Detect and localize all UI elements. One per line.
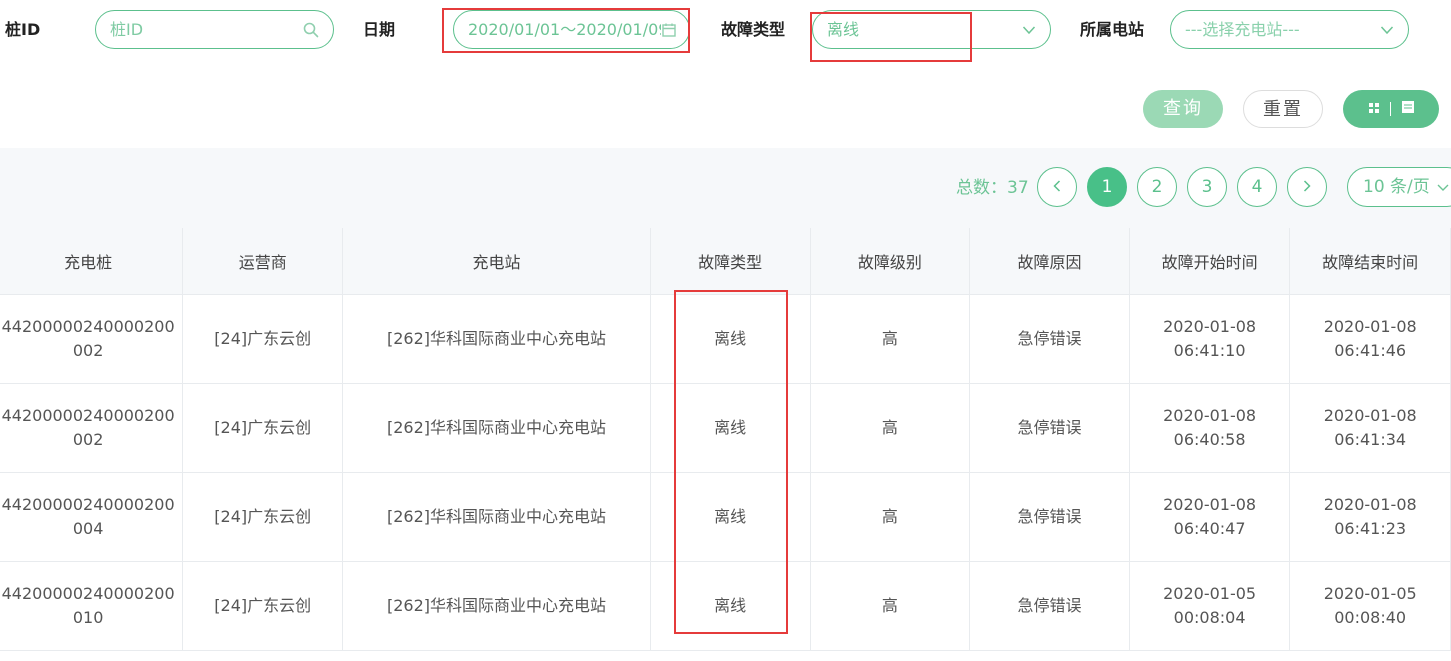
page-button-2[interactable]: 2 (1137, 167, 1177, 207)
fault-type-value: 离线 (827, 20, 860, 39)
station-cell: [262]华科国际商业中心充电站 (342, 383, 651, 473)
fault-reason-cell: 急停错误 (969, 294, 1130, 384)
column-header-station[interactable]: 充电站 (342, 228, 651, 295)
fault-level-cell: 高 (810, 383, 971, 473)
column-header-start-time[interactable]: 故障开始时间 (1129, 228, 1291, 295)
pile-id-input[interactable] (110, 12, 280, 47)
table-row[interactable]: 44200000240000200 010 [24]广东云创 [262]华科国际商… (0, 561, 1451, 651)
fault-reason-cell: 急停错误 (969, 383, 1130, 473)
pile-id-field[interactable] (95, 10, 334, 49)
total-count: 总数：37 (956, 177, 1029, 199)
operator-cell: [24]广东云创 (182, 472, 344, 562)
station-placeholder: ---选择充电站--- (1185, 20, 1300, 39)
page-button-3[interactable]: 3 (1187, 167, 1227, 207)
next-page-button[interactable] (1287, 167, 1327, 207)
fault-type-cell: 离线 (650, 383, 811, 473)
start-time-cell: 2020-01-08 06:40:58 (1129, 383, 1291, 473)
pile-id-cell: 44200000240000200 010 (0, 561, 184, 651)
table-row[interactable]: 44200000240000200 002 [24]广东云创 [262]华科国际商… (0, 383, 1451, 473)
fault-type-cell: 离线 (650, 294, 811, 384)
fault-level-cell: 高 (810, 561, 971, 651)
page-button-1[interactable]: 1 (1087, 167, 1127, 207)
start-time-cell: 2020-01-08 06:41:10 (1129, 294, 1291, 384)
fault-reason-cell: 急停错误 (969, 561, 1130, 651)
chevron-down-icon (1437, 168, 1449, 206)
list-view-icon (1401, 90, 1415, 128)
station-label: 所属电站 (1080, 20, 1145, 39)
total-label: 总数： (956, 178, 1007, 198)
end-time-cell: 2020-01-08 06:41:34 (1289, 383, 1451, 473)
pile-id-label: 桩ID (5, 20, 41, 39)
fault-level-cell: 高 (810, 294, 971, 384)
fault-type-label: 故障类型 (721, 20, 786, 39)
pagination-panel (0, 148, 1451, 228)
end-time-cell: 2020-01-08 06:41:46 (1289, 294, 1451, 384)
table-row[interactable]: 44200000240000200 004 [24]广东云创 [262]华科国际商… (0, 472, 1451, 562)
fault-type-cell: 离线 (650, 561, 811, 651)
station-select[interactable]: ---选择充电站--- (1170, 10, 1409, 49)
operator-cell: [24]广东云创 (182, 561, 344, 651)
fault-reason-cell: 急停错误 (969, 472, 1130, 562)
start-time-cell: 2020-01-08 06:40:47 (1129, 472, 1291, 562)
table-header-row: 充电桩 运营商 充电站 故障类型 故障级别 故障原因 故障开始时间 故障结束时间 (0, 228, 1451, 295)
chevron-right-icon (1302, 177, 1312, 197)
column-header-fault-reason[interactable]: 故障原因 (969, 228, 1130, 295)
calendar-icon[interactable] (661, 11, 677, 48)
view-toggle-button[interactable] (1343, 90, 1439, 128)
start-time-cell: 2020-01-05 00:08:04 (1129, 561, 1291, 651)
pile-id-cell: 44200000240000200 004 (0, 472, 184, 562)
fault-table-wrapper: 充电桩 运营商 充电站 故障类型 故障级别 故障原因 故障开始时间 故障结束时间… (0, 228, 1451, 651)
search-icon[interactable] (303, 11, 319, 48)
date-range-value: 2020/01/01～2020/01/09 (468, 20, 669, 39)
operator-cell: [24]广东云创 (182, 294, 344, 384)
column-header-end-time[interactable]: 故障结束时间 (1289, 228, 1451, 295)
date-label: 日期 (363, 20, 396, 39)
fault-level-cell: 高 (810, 472, 971, 562)
page-button-4[interactable]: 4 (1237, 167, 1277, 207)
chevron-down-icon[interactable] (1022, 11, 1036, 48)
chevron-down-icon[interactable] (1380, 11, 1394, 48)
operator-cell: [24]广东云创 (182, 383, 344, 473)
pile-id-cell: 44200000240000200 002 (0, 383, 184, 473)
fault-type-cell: 离线 (650, 472, 811, 562)
table-row[interactable]: 44200000240000200 002 [24]广东云创 [262]华科国际商… (0, 294, 1451, 384)
column-header-pile[interactable]: 充电桩 (0, 228, 184, 295)
column-header-operator[interactable]: 运营商 (182, 228, 344, 295)
chevron-left-icon (1052, 177, 1062, 197)
station-cell: [262]华科国际商业中心充电站 (342, 472, 651, 562)
view-divider (1389, 102, 1391, 116)
query-button[interactable]: 查询 (1143, 90, 1223, 128)
fault-table: 充电桩 运营商 充电站 故障类型 故障级别 故障原因 故障开始时间 故障结束时间… (0, 228, 1451, 651)
page-size-value: 10 条/页 (1363, 177, 1430, 197)
column-header-fault-level[interactable]: 故障级别 (810, 228, 971, 295)
total-value: 37 (1007, 178, 1029, 198)
fault-type-select[interactable]: 离线 (812, 10, 1051, 49)
date-range-picker[interactable]: 2020/01/01～2020/01/09 (453, 10, 690, 49)
end-time-cell: 2020-01-08 06:41:23 (1289, 472, 1451, 562)
page-size-select[interactable]: 10 条/页 (1347, 167, 1451, 207)
grid-view-icon (1368, 90, 1380, 128)
pile-id-cell: 44200000240000200 002 (0, 294, 184, 384)
column-header-fault-type[interactable]: 故障类型 (650, 228, 811, 295)
station-cell: [262]华科国际商业中心充电站 (342, 294, 651, 384)
reset-button[interactable]: 重置 (1243, 90, 1323, 128)
station-cell: [262]华科国际商业中心充电站 (342, 561, 651, 651)
end-time-cell: 2020-01-05 00:08:40 (1289, 561, 1451, 651)
prev-page-button[interactable] (1037, 167, 1077, 207)
